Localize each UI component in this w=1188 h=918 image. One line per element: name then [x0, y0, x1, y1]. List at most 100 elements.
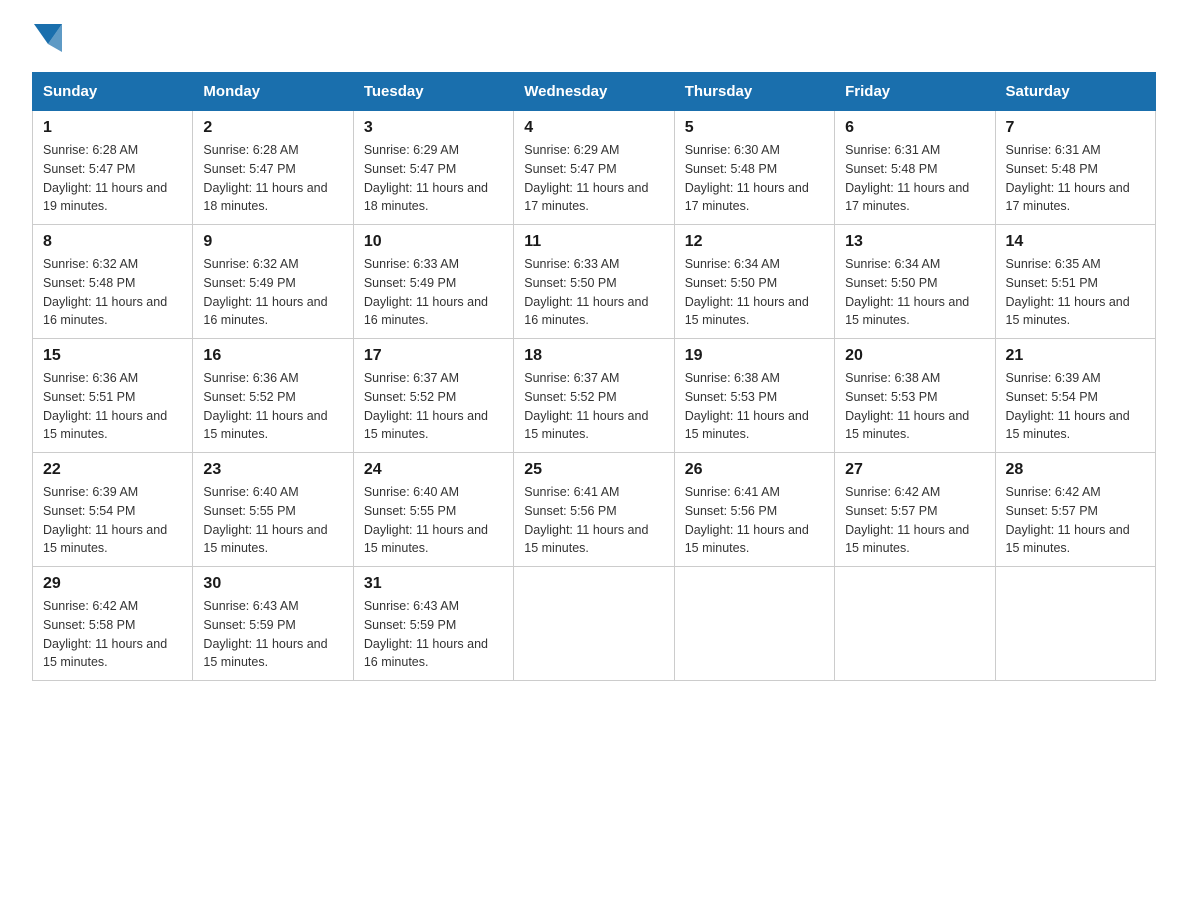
weekday-header-saturday: Saturday	[995, 73, 1155, 111]
week-row-3: 15 Sunrise: 6:36 AMSunset: 5:51 PMDaylig…	[33, 339, 1156, 453]
calendar-cell: 2 Sunrise: 6:28 AMSunset: 5:47 PMDayligh…	[193, 111, 353, 225]
day-number: 27	[845, 461, 984, 479]
calendar-cell	[995, 567, 1155, 681]
week-row-5: 29 Sunrise: 6:42 AMSunset: 5:58 PMDaylig…	[33, 567, 1156, 681]
day-info: Sunrise: 6:38 AMSunset: 5:53 PMDaylight:…	[685, 371, 809, 441]
calendar-cell: 14 Sunrise: 6:35 AMSunset: 5:51 PMDaylig…	[995, 225, 1155, 339]
day-info: Sunrise: 6:34 AMSunset: 5:50 PMDaylight:…	[685, 257, 809, 327]
weekday-header-thursday: Thursday	[674, 73, 834, 111]
day-info: Sunrise: 6:36 AMSunset: 5:52 PMDaylight:…	[203, 371, 327, 441]
day-number: 13	[845, 233, 984, 251]
day-number: 26	[685, 461, 824, 479]
weekday-header-wednesday: Wednesday	[514, 73, 674, 111]
day-info: Sunrise: 6:31 AMSunset: 5:48 PMDaylight:…	[845, 143, 969, 213]
weekday-header-sunday: Sunday	[33, 73, 193, 111]
day-number: 9	[203, 233, 342, 251]
calendar-cell: 3 Sunrise: 6:29 AMSunset: 5:47 PMDayligh…	[353, 111, 513, 225]
weekday-header-row: SundayMondayTuesdayWednesdayThursdayFrid…	[33, 73, 1156, 111]
day-number: 25	[524, 461, 663, 479]
calendar-cell	[835, 567, 995, 681]
day-number: 10	[364, 233, 503, 251]
weekday-header-monday: Monday	[193, 73, 353, 111]
calendar-cell: 19 Sunrise: 6:38 AMSunset: 5:53 PMDaylig…	[674, 339, 834, 453]
day-info: Sunrise: 6:33 AMSunset: 5:50 PMDaylight:…	[524, 257, 648, 327]
day-info: Sunrise: 6:28 AMSunset: 5:47 PMDaylight:…	[43, 143, 167, 213]
day-number: 19	[685, 347, 824, 365]
day-number: 12	[685, 233, 824, 251]
calendar-cell: 15 Sunrise: 6:36 AMSunset: 5:51 PMDaylig…	[33, 339, 193, 453]
week-row-4: 22 Sunrise: 6:39 AMSunset: 5:54 PMDaylig…	[33, 453, 1156, 567]
day-info: Sunrise: 6:28 AMSunset: 5:47 PMDaylight:…	[203, 143, 327, 213]
day-info: Sunrise: 6:37 AMSunset: 5:52 PMDaylight:…	[364, 371, 488, 441]
calendar-cell: 16 Sunrise: 6:36 AMSunset: 5:52 PMDaylig…	[193, 339, 353, 453]
calendar-cell: 27 Sunrise: 6:42 AMSunset: 5:57 PMDaylig…	[835, 453, 995, 567]
day-info: Sunrise: 6:29 AMSunset: 5:47 PMDaylight:…	[524, 143, 648, 213]
calendar-cell: 21 Sunrise: 6:39 AMSunset: 5:54 PMDaylig…	[995, 339, 1155, 453]
day-info: Sunrise: 6:38 AMSunset: 5:53 PMDaylight:…	[845, 371, 969, 441]
calendar-cell: 1 Sunrise: 6:28 AMSunset: 5:47 PMDayligh…	[33, 111, 193, 225]
calendar-cell: 22 Sunrise: 6:39 AMSunset: 5:54 PMDaylig…	[33, 453, 193, 567]
calendar-cell	[674, 567, 834, 681]
day-number: 16	[203, 347, 342, 365]
day-number: 20	[845, 347, 984, 365]
week-row-1: 1 Sunrise: 6:28 AMSunset: 5:47 PMDayligh…	[33, 111, 1156, 225]
calendar-cell: 5 Sunrise: 6:30 AMSunset: 5:48 PMDayligh…	[674, 111, 834, 225]
day-number: 7	[1006, 119, 1145, 137]
day-info: Sunrise: 6:43 AMSunset: 5:59 PMDaylight:…	[364, 599, 488, 669]
calendar-cell: 30 Sunrise: 6:43 AMSunset: 5:59 PMDaylig…	[193, 567, 353, 681]
day-number: 15	[43, 347, 182, 365]
calendar-cell: 25 Sunrise: 6:41 AMSunset: 5:56 PMDaylig…	[514, 453, 674, 567]
day-number: 24	[364, 461, 503, 479]
day-info: Sunrise: 6:30 AMSunset: 5:48 PMDaylight:…	[685, 143, 809, 213]
day-number: 22	[43, 461, 182, 479]
day-number: 23	[203, 461, 342, 479]
day-info: Sunrise: 6:32 AMSunset: 5:48 PMDaylight:…	[43, 257, 167, 327]
day-info: Sunrise: 6:40 AMSunset: 5:55 PMDaylight:…	[364, 485, 488, 555]
calendar-cell: 17 Sunrise: 6:37 AMSunset: 5:52 PMDaylig…	[353, 339, 513, 453]
day-info: Sunrise: 6:29 AMSunset: 5:47 PMDaylight:…	[364, 143, 488, 213]
day-info: Sunrise: 6:39 AMSunset: 5:54 PMDaylight:…	[1006, 371, 1130, 441]
calendar-cell: 31 Sunrise: 6:43 AMSunset: 5:59 PMDaylig…	[353, 567, 513, 681]
calendar-table: SundayMondayTuesdayWednesdayThursdayFrid…	[32, 72, 1156, 681]
day-number: 1	[43, 119, 182, 137]
day-info: Sunrise: 6:35 AMSunset: 5:51 PMDaylight:…	[1006, 257, 1130, 327]
day-number: 4	[524, 119, 663, 137]
logo	[32, 24, 62, 56]
day-number: 17	[364, 347, 503, 365]
day-number: 3	[364, 119, 503, 137]
calendar-cell: 12 Sunrise: 6:34 AMSunset: 5:50 PMDaylig…	[674, 225, 834, 339]
calendar-cell: 20 Sunrise: 6:38 AMSunset: 5:53 PMDaylig…	[835, 339, 995, 453]
day-info: Sunrise: 6:42 AMSunset: 5:57 PMDaylight:…	[1006, 485, 1130, 555]
day-info: Sunrise: 6:41 AMSunset: 5:56 PMDaylight:…	[524, 485, 648, 555]
day-info: Sunrise: 6:36 AMSunset: 5:51 PMDaylight:…	[43, 371, 167, 441]
calendar-cell: 6 Sunrise: 6:31 AMSunset: 5:48 PMDayligh…	[835, 111, 995, 225]
day-number: 14	[1006, 233, 1145, 251]
day-info: Sunrise: 6:42 AMSunset: 5:58 PMDaylight:…	[43, 599, 167, 669]
calendar-cell: 29 Sunrise: 6:42 AMSunset: 5:58 PMDaylig…	[33, 567, 193, 681]
day-number: 2	[203, 119, 342, 137]
calendar-cell: 10 Sunrise: 6:33 AMSunset: 5:49 PMDaylig…	[353, 225, 513, 339]
calendar-cell: 28 Sunrise: 6:42 AMSunset: 5:57 PMDaylig…	[995, 453, 1155, 567]
calendar-cell: 7 Sunrise: 6:31 AMSunset: 5:48 PMDayligh…	[995, 111, 1155, 225]
day-number: 8	[43, 233, 182, 251]
calendar-cell	[514, 567, 674, 681]
calendar-cell: 24 Sunrise: 6:40 AMSunset: 5:55 PMDaylig…	[353, 453, 513, 567]
day-number: 11	[524, 233, 663, 251]
calendar-cell: 23 Sunrise: 6:40 AMSunset: 5:55 PMDaylig…	[193, 453, 353, 567]
weekday-header-tuesday: Tuesday	[353, 73, 513, 111]
page-header	[32, 24, 1156, 56]
weekday-header-friday: Friday	[835, 73, 995, 111]
calendar-cell: 13 Sunrise: 6:34 AMSunset: 5:50 PMDaylig…	[835, 225, 995, 339]
day-info: Sunrise: 6:40 AMSunset: 5:55 PMDaylight:…	[203, 485, 327, 555]
day-info: Sunrise: 6:34 AMSunset: 5:50 PMDaylight:…	[845, 257, 969, 327]
day-info: Sunrise: 6:39 AMSunset: 5:54 PMDaylight:…	[43, 485, 167, 555]
logo-icon	[34, 24, 62, 52]
day-number: 6	[845, 119, 984, 137]
day-number: 5	[685, 119, 824, 137]
calendar-cell: 9 Sunrise: 6:32 AMSunset: 5:49 PMDayligh…	[193, 225, 353, 339]
day-number: 21	[1006, 347, 1145, 365]
day-number: 28	[1006, 461, 1145, 479]
day-number: 18	[524, 347, 663, 365]
calendar-cell: 11 Sunrise: 6:33 AMSunset: 5:50 PMDaylig…	[514, 225, 674, 339]
day-info: Sunrise: 6:42 AMSunset: 5:57 PMDaylight:…	[845, 485, 969, 555]
